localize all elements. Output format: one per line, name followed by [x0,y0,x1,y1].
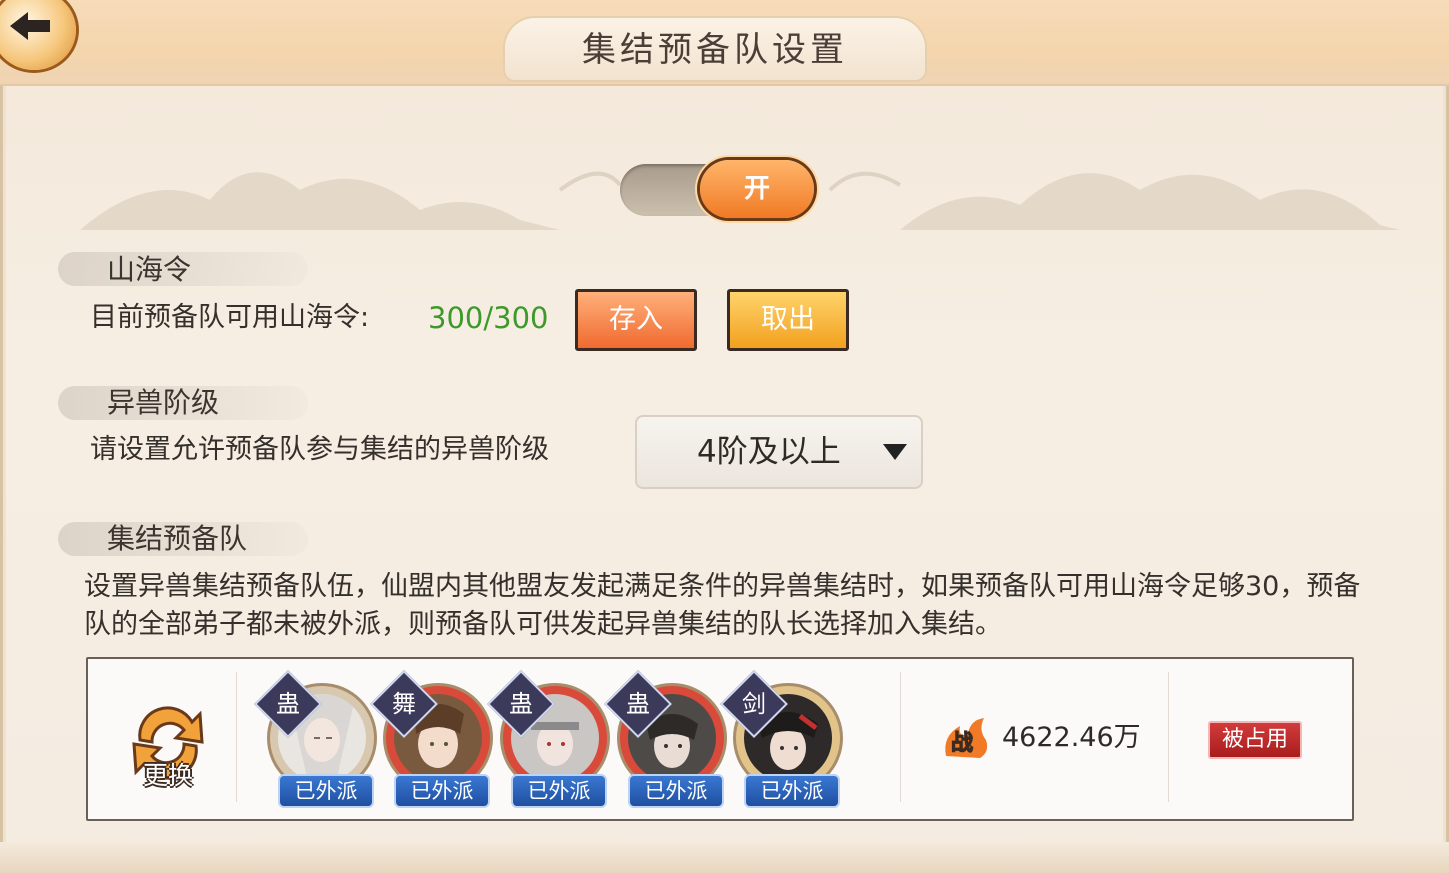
dropdown-arrow-icon [883,444,907,460]
reserve-description: 设置异兽集结预备队伍，仙盟内其他盟友发起满足条件的异兽集结时，如果预备队可用山海… [84,571,1361,640]
shanhai-heading: 山海令 [107,253,192,286]
deposit-button[interactable]: 存入 [575,289,697,351]
hero-slot-3[interactable]: 蛊 已外派 [487,670,613,816]
shanhai-label: 目前预备队可用山海令: [90,302,370,333]
beast-level-label: 请设置允许预备队参与集结的异兽阶级 [90,434,549,465]
reserve-heading: 集结预备队 [107,522,248,555]
hero-status-badge: 已外派 [628,774,724,808]
svg-text:战: 战 [951,731,973,756]
reserve-toggle-knob[interactable]: 开 [700,160,814,218]
hero-status-badge: 已外派 [278,774,374,808]
shanhai-value: 300/300 [428,301,549,335]
withdraw-button[interactable]: 取出 [727,289,849,351]
beast-level-dropdown[interactable]: 4阶及以上 [635,415,923,489]
divider [900,672,901,802]
combat-power-value: 4622.46万 [1002,722,1141,753]
hero-slot-5[interactable]: 剑 已外派 [720,670,846,816]
hero-status-badge: 已外派 [394,774,490,808]
occupied-badge: 被占用 [1208,721,1302,759]
divider [1168,672,1169,802]
hero-slot-1[interactable]: 蛊 已外派 [254,670,380,816]
beast-level-selected: 4阶及以上 [697,434,841,470]
hero-status-badge: 已外派 [744,774,840,808]
back-arrow-icon [10,12,50,40]
beast-level-heading: 异兽阶级 [107,386,220,419]
bottom-border-decoration [0,842,1449,873]
hero-status-badge: 已外派 [511,774,607,808]
hero-slot-4[interactable]: 蛊 已外派 [604,670,730,816]
combat-power-icon: 战 [940,716,992,760]
swap-button-label[interactable]: 更换 [128,756,208,792]
hero-slot-2[interactable]: 舞 已外派 [370,670,496,816]
divider [236,672,237,802]
page-title: 集结预备队设置 [582,30,848,70]
